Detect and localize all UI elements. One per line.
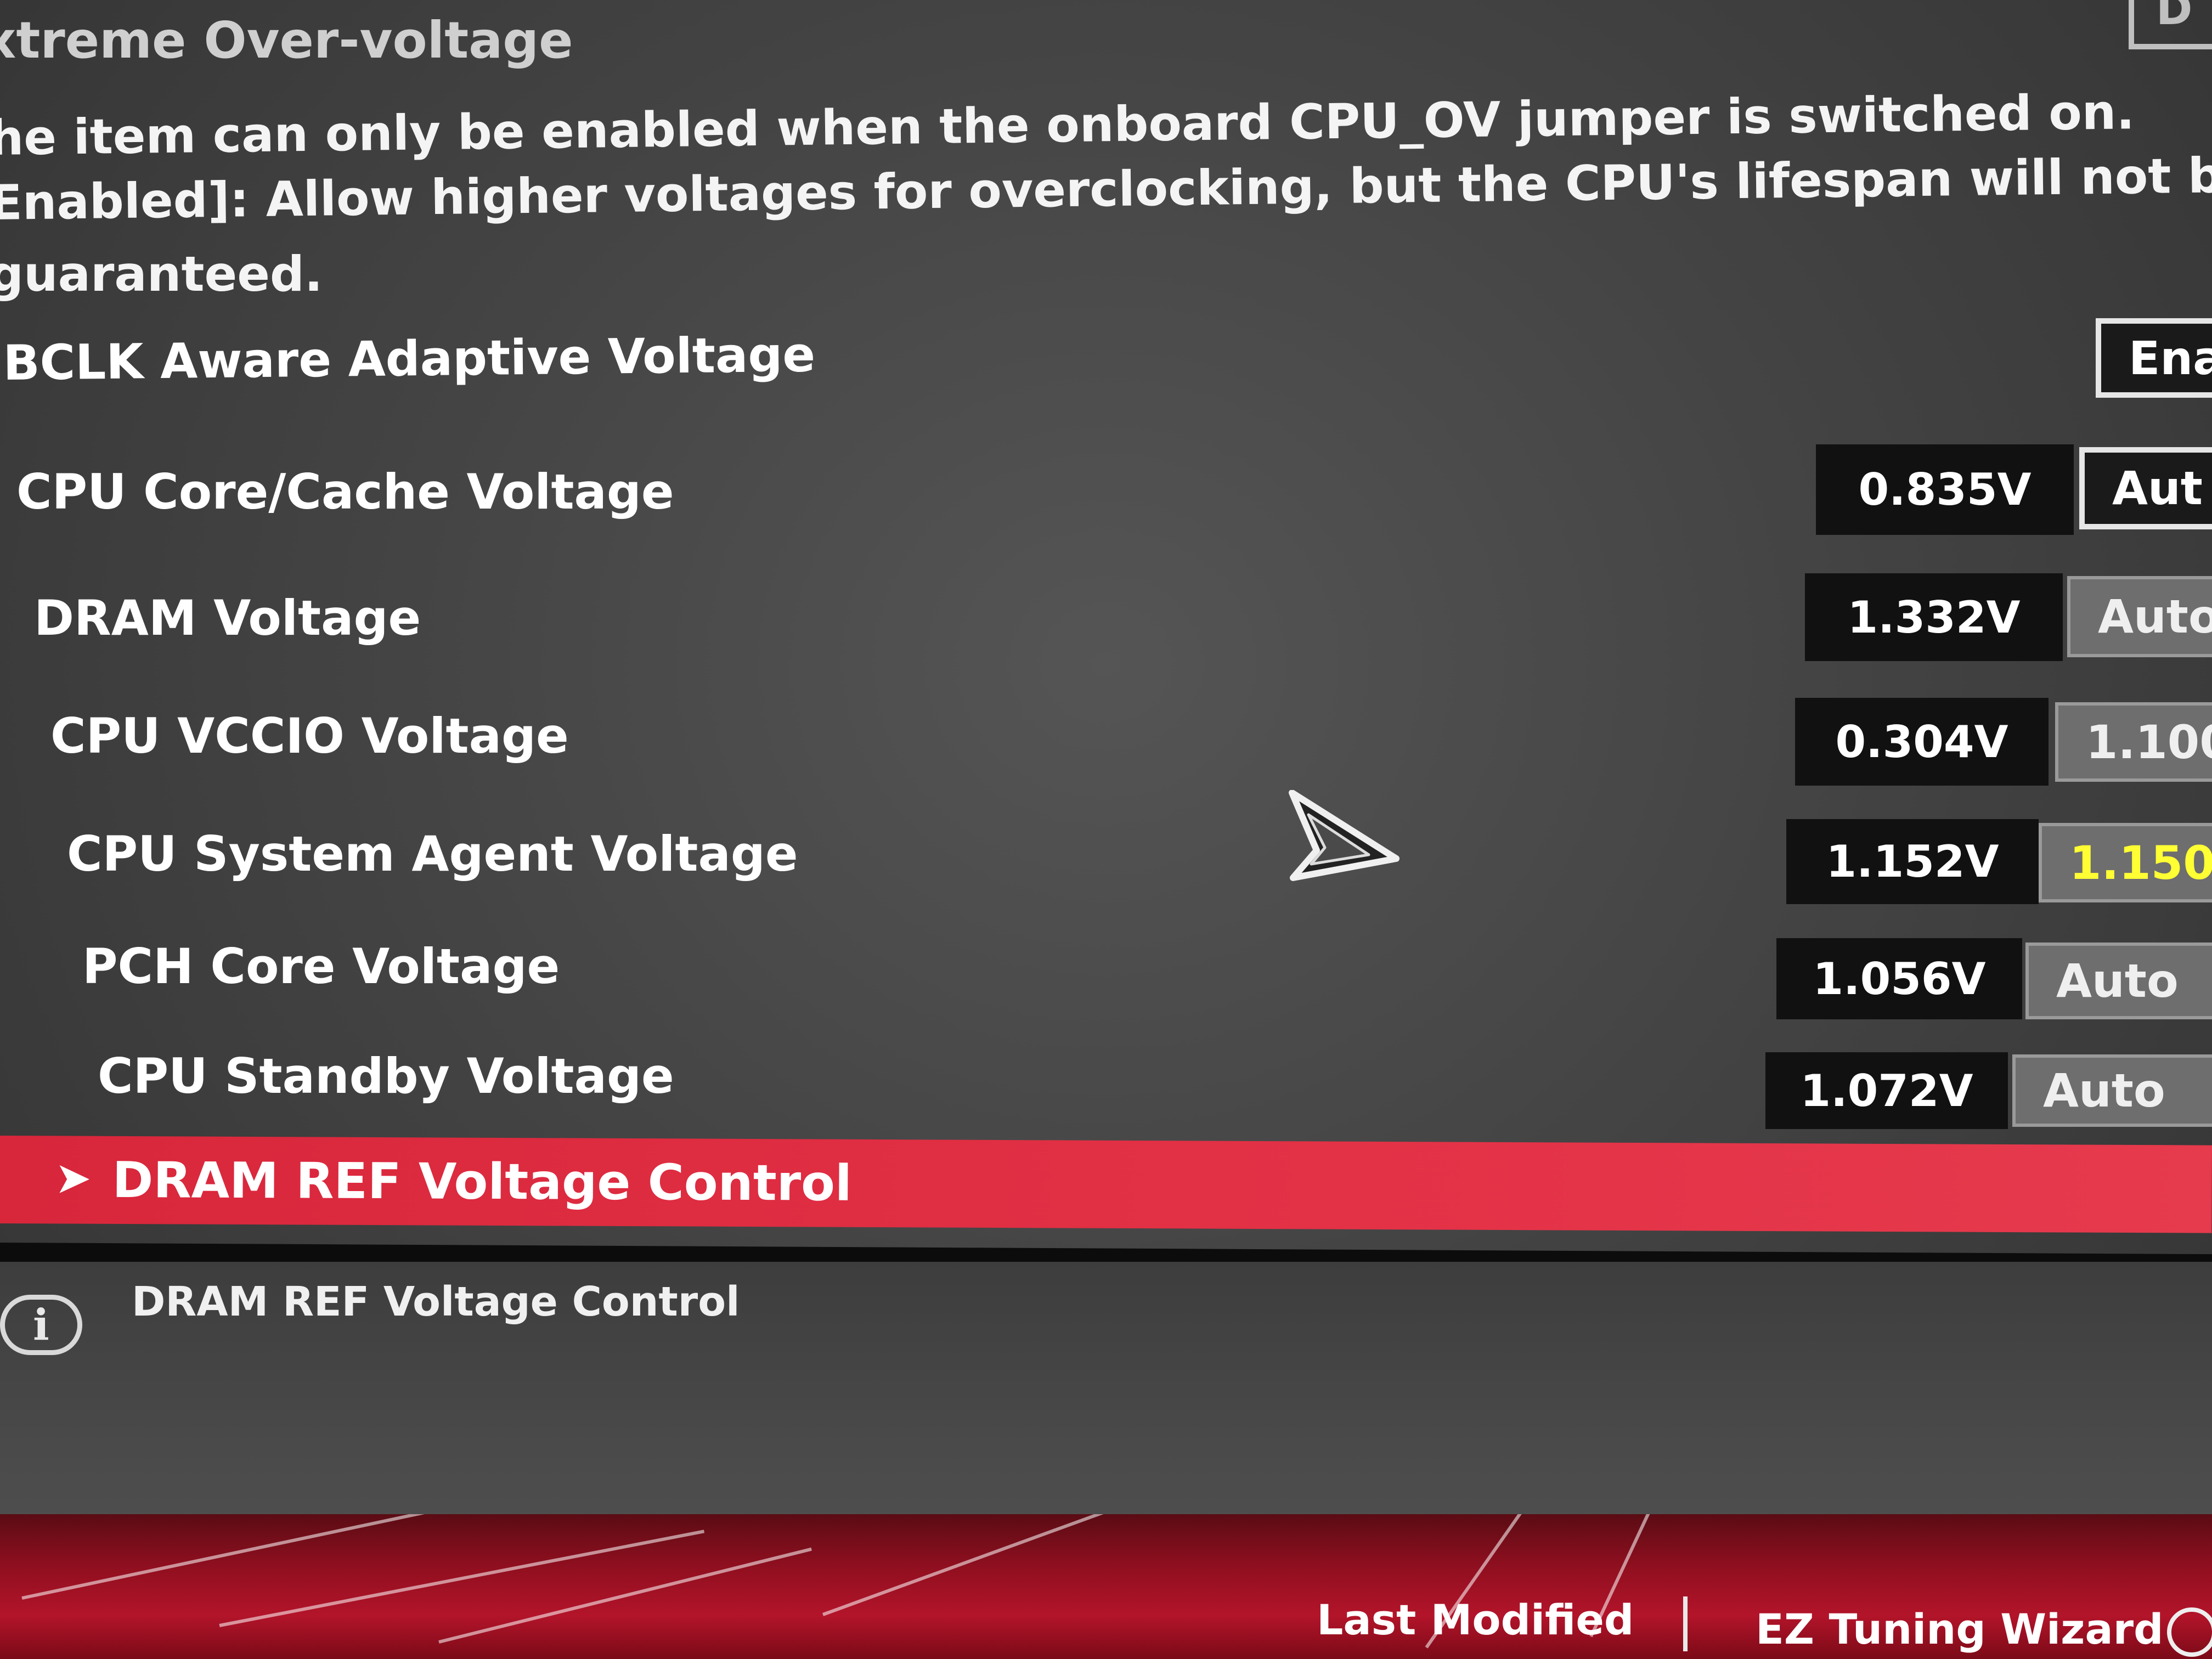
decorative-stripe — [21, 1514, 505, 1600]
decorative-stripe — [438, 1547, 812, 1644]
submenu-dram-ref-voltage-control[interactable]: ➤ DRAM REF Voltage Control — [0, 1136, 2212, 1233]
reading-pch-core-voltage: 1.056V — [1776, 938, 2022, 1019]
setting-label-bclk-aware-adaptive-voltage: BCLK Aware Adaptive Voltage — [3, 326, 816, 391]
mouse-pointer-icon — [1286, 789, 1407, 883]
submenu-label: DRAM REF Voltage Control — [112, 1151, 853, 1212]
setting-value-cpu-standby-voltage[interactable]: Auto — [2012, 1054, 2212, 1127]
setting-label-pch-core-voltage: PCH Core Voltage — [82, 938, 560, 995]
setting-label-cpu-system-agent-voltage: CPU System Agent Voltage — [67, 826, 798, 882]
setting-value-dram-voltage[interactable]: Auto — [2067, 576, 2212, 657]
setting-value-pch-core-voltage[interactable]: Auto — [2025, 943, 2212, 1019]
top-right-button[interactable]: D — [2129, 0, 2212, 49]
wizard-icon[interactable] — [2167, 1607, 2212, 1657]
setting-label-cpu-vccio-voltage: CPU VCCIO Voltage — [50, 708, 569, 764]
ez-tuning-wizard-button[interactable]: EZ Tuning Wizard — [1756, 1605, 2164, 1654]
info-icon: i — [0, 1295, 82, 1355]
section-title: xtreme Over-voltage — [0, 11, 573, 70]
bios-screen: xtreme Over-voltage D he item can only b… — [0, 0, 2212, 1659]
chevron-right-icon: ➤ — [54, 1152, 92, 1204]
setting-label-cpu-standby-voltage: CPU Standby Voltage — [98, 1048, 674, 1104]
top-right-button-label: D — [2156, 0, 2193, 35]
reading-dram-voltage: 1.332V — [1805, 573, 2063, 661]
reading-cpu-core-cache-voltage: 0.835V — [1816, 444, 2074, 535]
reading-cpu-system-agent-voltage: 1.152V — [1786, 819, 2039, 904]
decorative-stripe — [822, 1514, 1133, 1616]
setting-value-cpu-system-agent-voltage[interactable]: 1.150 — [2039, 823, 2212, 902]
reading-cpu-vccio-voltage: 0.304V — [1795, 698, 2049, 786]
setting-value-cpu-core-cache-voltage[interactable]: Aut — [2079, 447, 2212, 529]
footer-separator — [1683, 1596, 1688, 1651]
setting-label-cpu-core-cache-voltage: CPU Core/Cache Voltage — [16, 464, 674, 520]
setting-value-cpu-vccio-voltage[interactable]: 1.100 — [2055, 702, 2212, 782]
setting-value-bclk-aware-adaptive-voltage[interactable]: Ena — [2096, 318, 2212, 398]
decorative-stripe — [219, 1530, 705, 1627]
description-line-3: guaranteed. — [0, 246, 323, 302]
help-text: DRAM REF Voltage Control — [132, 1278, 740, 1325]
reading-cpu-standby-voltage: 1.072V — [1765, 1052, 2008, 1129]
last-modified-button[interactable]: Last Modified — [1317, 1595, 1634, 1644]
setting-label-dram-voltage: DRAM Voltage — [34, 590, 421, 646]
